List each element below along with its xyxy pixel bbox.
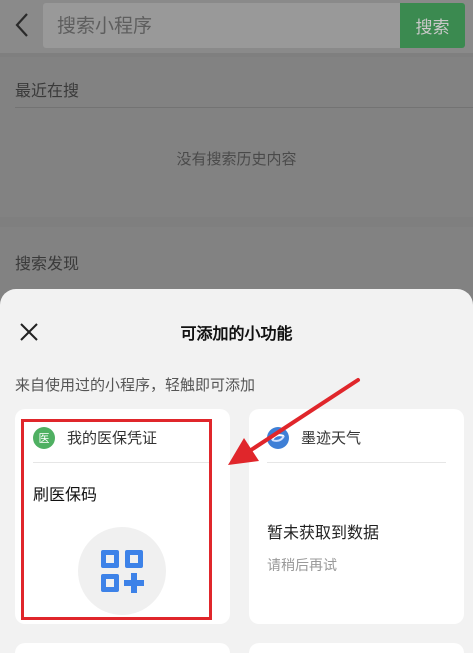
- card-empty-hint: 请稍后再试: [267, 558, 337, 574]
- sheet-subtitle: 来自使用过的小程序，轻触即可添加: [15, 376, 256, 394]
- weather-app-icon: [267, 427, 289, 449]
- search-discover-title: 搜索发现: [15, 254, 80, 273]
- widget-card-partial[interactable]: [249, 643, 464, 653]
- search-input[interactable]: [57, 3, 387, 48]
- chevron-left-icon: [15, 13, 28, 37]
- divider: [15, 107, 473, 108]
- weather-logo-icon: [271, 434, 285, 442]
- card-app-name: 墨迹天气: [301, 429, 362, 447]
- back-button[interactable]: [8, 10, 36, 40]
- recent-empty-text: 没有搜索历史内容: [176, 150, 297, 168]
- widget-card-partial[interactable]: [15, 643, 230, 653]
- recent-search-title: 最近在搜: [15, 81, 80, 100]
- card-empty-message: 暂未获取到数据: [267, 523, 380, 542]
- mini-program-search-screen: 搜索 最近在搜 没有搜索历史内容 搜索发现 可添加的小功能 来自使用过的小程序，…: [0, 0, 473, 653]
- divider: [267, 462, 446, 463]
- recent-search-section: 最近在搜 没有搜索历史内容: [0, 57, 473, 217]
- search-top-bar: 搜索: [0, 0, 473, 53]
- search-box: [43, 3, 400, 48]
- search-button[interactable]: 搜索: [400, 3, 465, 48]
- widget-card-weather[interactable]: 墨迹天气 暂未获取到数据 请稍后再试: [249, 409, 464, 624]
- annotation-highlight-box: [21, 419, 212, 620]
- sheet-title: 可添加的小功能: [180, 324, 293, 343]
